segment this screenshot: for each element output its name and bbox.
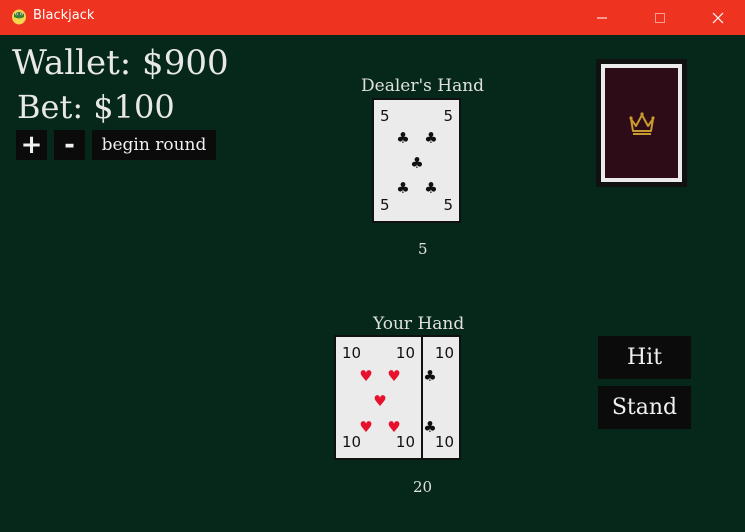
card-rank: 5 xyxy=(380,196,390,214)
heart-icon: ♥ xyxy=(387,418,401,436)
card-rank: 10 xyxy=(342,433,362,451)
crown-icon xyxy=(628,112,655,135)
dealer-hand-label: Dealer's Hand xyxy=(361,76,485,96)
maximize-button[interactable] xyxy=(637,0,683,35)
bet-display: Bet: $100 xyxy=(17,88,175,126)
maximize-icon xyxy=(655,12,665,23)
dealer-total: 5 xyxy=(418,240,428,258)
card-rank: 10 xyxy=(342,344,362,362)
python-snake-icon xyxy=(12,9,26,25)
heart-icon: ♥ xyxy=(387,367,401,385)
club-icon: ♣ xyxy=(423,418,437,436)
club-icon: ♣ xyxy=(423,367,437,385)
hit-button[interactable]: Hit xyxy=(598,336,691,379)
close-icon xyxy=(712,12,724,23)
game-area: Wallet: $900 Bet: $100 + - begin round D… xyxy=(0,35,745,532)
deck[interactable] xyxy=(596,59,687,187)
player-card: 10 10 ♣ ♣ xyxy=(422,335,461,460)
minimize-button[interactable] xyxy=(579,0,625,35)
stand-button[interactable]: Stand xyxy=(598,386,691,429)
title-bar: Blackjack xyxy=(0,0,745,35)
window-title: Blackjack xyxy=(33,8,95,23)
heart-icon: ♥ xyxy=(359,367,373,385)
card-back xyxy=(605,68,678,178)
wallet-display: Wallet: $900 xyxy=(12,43,229,83)
card-rank: 10 xyxy=(434,433,454,451)
heart-icon: ♥ xyxy=(359,418,373,436)
card-rank: 5 xyxy=(443,196,453,214)
begin-round-button[interactable]: begin round xyxy=(92,130,216,160)
card-rank: 10 xyxy=(395,433,415,451)
player-total: 20 xyxy=(413,478,433,496)
card-rank: 5 xyxy=(443,107,453,125)
increase-bet-button[interactable]: + xyxy=(16,130,47,160)
decrease-bet-button[interactable]: - xyxy=(54,130,85,160)
card-rank: 5 xyxy=(380,107,390,125)
close-button[interactable] xyxy=(695,0,741,35)
player-card: 10 10 10 10 ♥ ♥ ♥ ♥ ♥ xyxy=(334,335,423,460)
club-icon: ♣ xyxy=(410,154,424,172)
deck-card-border xyxy=(601,64,682,182)
card-rank: 10 xyxy=(434,344,454,362)
your-hand-label: Your Hand xyxy=(373,314,465,334)
heart-icon: ♥ xyxy=(373,392,387,410)
dealer-card: 5 5 5 5 ♣ ♣ ♣ ♣ ♣ xyxy=(372,98,461,223)
club-icon: ♣ xyxy=(424,129,438,147)
club-icon: ♣ xyxy=(396,179,410,197)
club-icon: ♣ xyxy=(396,129,410,147)
club-icon: ♣ xyxy=(424,179,438,197)
card-rank: 10 xyxy=(395,344,415,362)
minimize-icon xyxy=(597,17,607,18)
